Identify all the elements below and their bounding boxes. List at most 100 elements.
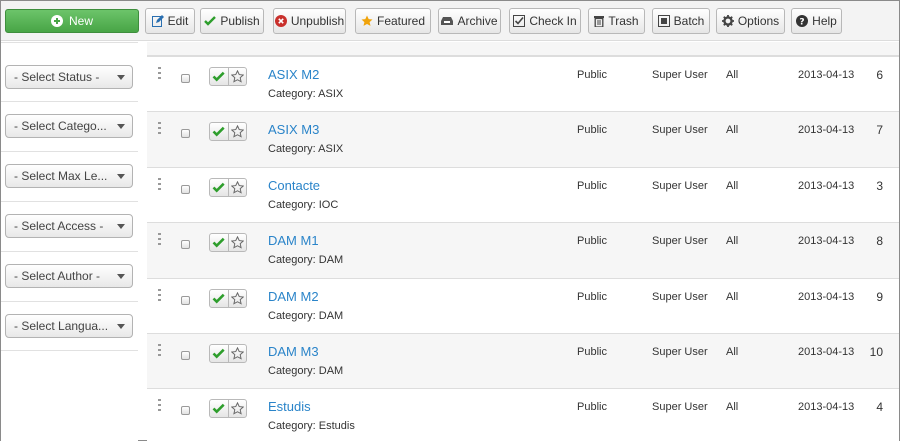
author-cell[interactable]: Super User [652,180,708,192]
row-checkbox[interactable] [181,129,190,138]
language-cell: All [726,291,739,303]
check-icon [213,348,226,359]
help-icon: ? [796,15,809,27]
edit-button-label: Edit [167,14,189,28]
filter-language-select[interactable]: - Select Langua... [5,314,133,338]
language-cell: All [726,69,739,81]
drag-handle-icon[interactable] [158,289,161,301]
check-icon [213,403,226,414]
table-row: Contacte Category: IOC Public Super User… [147,167,899,223]
article-title-link[interactable]: Estudis [268,399,311,414]
id-cell: 8 [876,234,883,248]
language-cell: All [726,235,739,247]
published-check-button[interactable] [210,290,228,307]
author-cell[interactable]: Super User [652,346,708,358]
drag-handle-icon[interactable] [158,67,161,79]
date-cell: 2013-04-13 [798,180,855,192]
trash-button[interactable]: Trash [588,8,645,34]
checkbox-icon [513,15,526,27]
featured-toggle-button[interactable] [227,234,246,251]
id-cell: 3 [876,179,883,193]
star-outline-icon [230,292,244,305]
help-button[interactable]: ? Help [791,8,842,34]
row-checkbox[interactable] [181,240,190,249]
article-category: Category: DAM [268,365,344,377]
publish-button[interactable]: Publish [200,8,264,34]
article-title-link[interactable]: DAM M3 [268,344,319,359]
published-check-button[interactable] [210,400,228,417]
article-category: Category: DAM [268,310,344,322]
table-row: DAM M2 Category: DAM Public Super User A… [147,278,899,334]
divider [1,201,138,202]
drag-handle-icon[interactable] [158,399,161,411]
featured-button[interactable]: Featured [355,8,431,34]
author-cell[interactable]: Super User [652,124,708,136]
article-title-link[interactable]: DAM M2 [268,289,319,304]
row-checkbox[interactable] [181,185,190,194]
filter-status-select[interactable]: - Select Status - [5,65,133,89]
batch-button[interactable]: Batch [652,8,710,34]
row-checkbox[interactable] [181,351,190,360]
publish-button-label: Publish [220,14,260,28]
row-checkbox[interactable] [181,74,190,83]
featured-toggle-button[interactable] [227,123,246,140]
drag-handle-icon[interactable] [158,178,161,190]
date-cell: 2013-04-13 [798,346,855,358]
edit-icon [151,15,164,27]
trash-icon [594,15,605,27]
batch-icon [657,15,670,27]
options-button[interactable]: Options [716,8,785,34]
filter-category-select[interactable]: - Select Catego... [5,114,133,138]
featured-toggle-button[interactable] [227,179,246,196]
divider [1,301,138,302]
table-row: DAM M3 Category: DAM Public Super User A… [147,333,899,389]
author-cell[interactable]: Super User [652,69,708,81]
divider [1,151,138,152]
status-toggle-group [209,233,247,252]
featured-toggle-button[interactable] [227,400,246,417]
filter-author-select[interactable]: - Select Author - [5,264,133,288]
author-cell[interactable]: Super User [652,401,708,413]
star-icon [361,15,373,27]
filter-author-label: - Select Author - [14,269,101,283]
filter-max-level-select[interactable]: - Select Max Le... [5,164,133,188]
author-cell[interactable]: Super User [652,235,708,247]
article-title-link[interactable]: ASIX M3 [268,122,319,137]
check-in-button[interactable]: Check In [509,8,581,34]
chevron-down-icon [117,75,125,80]
author-cell[interactable]: Super User [652,291,708,303]
published-check-button[interactable] [210,234,228,251]
article-title-link[interactable]: ASIX M2 [268,67,319,82]
drag-handle-icon[interactable] [158,344,161,356]
published-check-button[interactable] [210,179,228,196]
row-checkbox[interactable] [181,296,190,305]
unpublish-button[interactable]: Unpublish [273,8,346,34]
row-checkbox[interactable] [181,406,190,415]
check-icon [213,237,226,248]
drag-handle-icon[interactable] [158,122,161,134]
published-check-button[interactable] [210,123,228,140]
article-title-link[interactable]: Contacte [268,178,320,193]
gear-icon [721,15,734,27]
close-circle-icon [274,15,287,27]
drag-handle-icon[interactable] [158,233,161,245]
featured-toggle-button[interactable] [227,290,246,307]
date-cell: 2013-04-13 [798,69,855,81]
filter-access-select[interactable]: - Select Access - [5,214,133,238]
featured-toggle-button[interactable] [227,345,246,362]
article-title-link[interactable]: DAM M1 [268,233,319,248]
access-cell: Public [577,291,607,303]
edit-button[interactable]: Edit [145,8,195,34]
plus-circle-icon [50,15,63,27]
check-icon [204,16,217,26]
featured-toggle-button[interactable] [227,68,246,85]
article-category: Category: DAM [268,254,344,266]
new-button[interactable]: New [5,9,139,33]
check-icon [213,71,226,82]
archive-button[interactable]: Archive [438,8,501,34]
access-cell: Public [577,180,607,192]
published-check-button[interactable] [210,68,228,85]
date-cell: 2013-04-13 [798,291,855,303]
published-check-button[interactable] [210,345,228,362]
id-cell: 6 [876,68,883,82]
